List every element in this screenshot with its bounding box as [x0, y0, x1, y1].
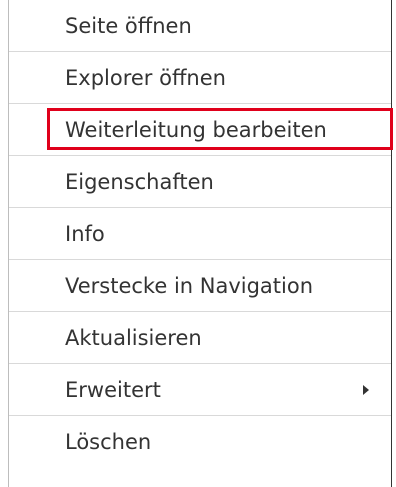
menu-item-hide-in-navigation[interactable]: Verstecke in Navigation — [9, 260, 391, 312]
menu-item-label: Weiterleitung bearbeiten — [65, 117, 327, 142]
menu-item-label: Seite öffnen — [65, 13, 192, 38]
menu-item-open-explorer[interactable]: Explorer öffnen — [9, 52, 391, 104]
menu-item-properties[interactable]: Eigenschaften — [9, 156, 391, 208]
menu-item-refresh[interactable]: Aktualisieren — [9, 312, 391, 364]
context-menu: Seite öffnen Explorer öffnen Weiterleitu… — [8, 0, 393, 487]
menu-item-label: Löschen — [65, 430, 152, 454]
menu-item-advanced[interactable]: Erweitert — [9, 364, 391, 416]
menu-item-info[interactable]: Info — [9, 208, 391, 260]
menu-item-label: Info — [65, 221, 105, 246]
menu-item-edit-redirect[interactable]: Weiterleitung bearbeiten — [9, 104, 393, 156]
menu-item-label: Eigenschaften — [65, 169, 214, 194]
menu-item-label: Explorer öffnen — [65, 65, 226, 90]
menu-item-label: Aktualisieren — [65, 325, 202, 350]
menu-item-label: Verstecke in Navigation — [65, 273, 314, 298]
menu-item-open-page[interactable]: Seite öffnen — [9, 0, 391, 52]
menu-item-label: Erweitert — [65, 377, 161, 402]
chevron-right-icon — [363, 384, 369, 395]
menu-item-delete[interactable]: Löschen — [9, 416, 391, 468]
